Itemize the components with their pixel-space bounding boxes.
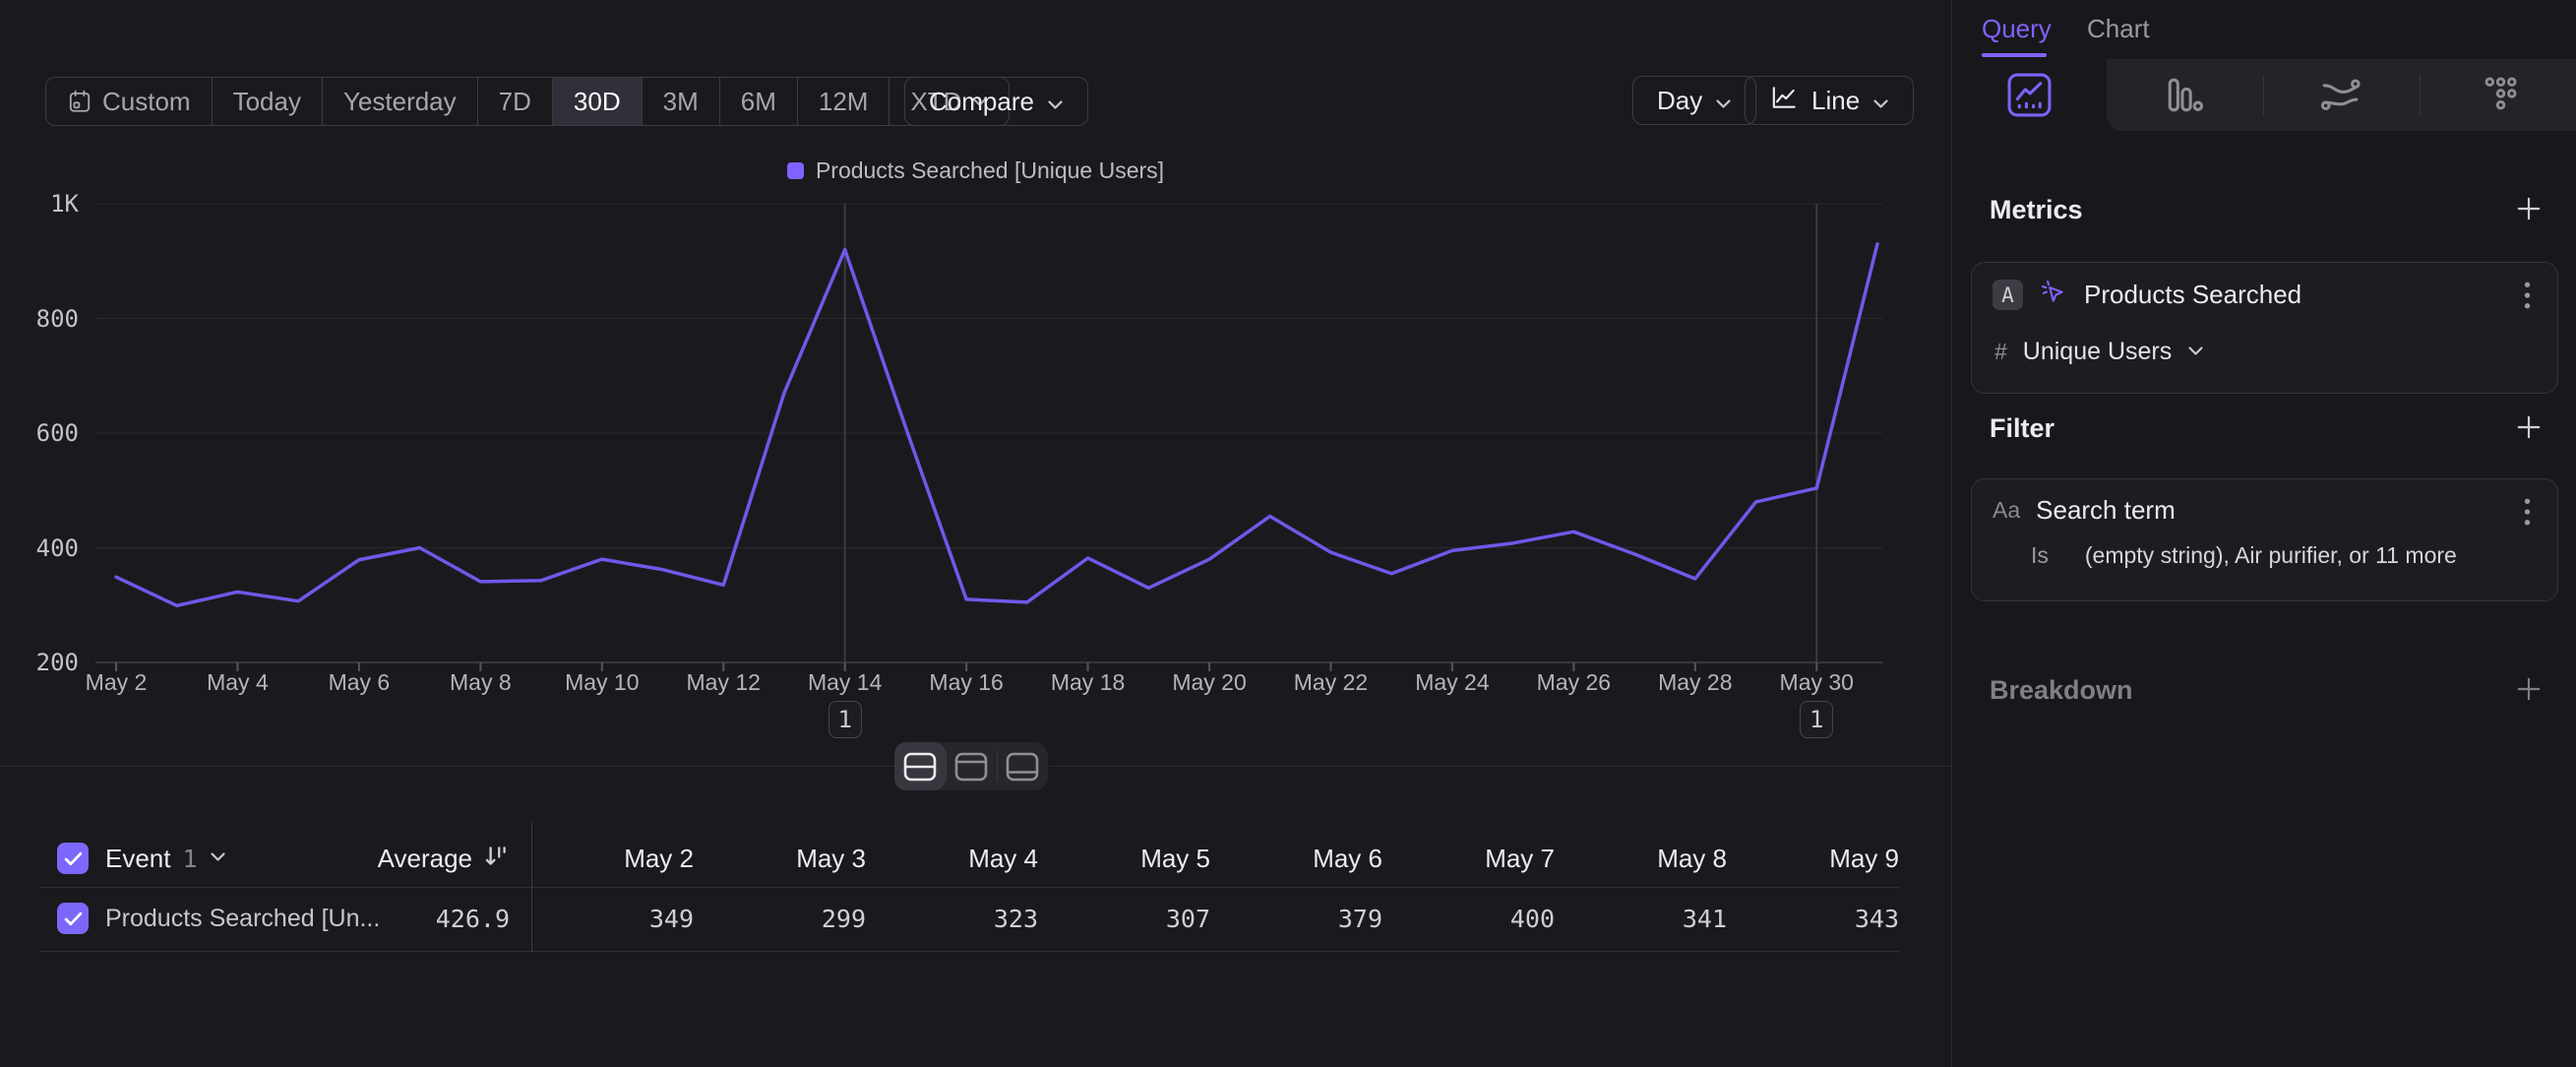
insights-report-app: CustomTodayYesterday7D30D3M6M12MXTD Comp… xyxy=(0,0,2576,1067)
add-filter-button[interactable] xyxy=(2515,413,2543,441)
x-axis-tick-label: May 16 xyxy=(897,669,1035,696)
chevron-down-icon xyxy=(210,849,226,867)
x-axis-tick-label: May 28 xyxy=(1626,669,1764,696)
y-axis-tick-label: 600 xyxy=(0,419,79,447)
aggregation-dropdown[interactable]: # Unique Users xyxy=(1994,338,2204,366)
metric-card[interactable]: A Products Searched # Unique Users xyxy=(1971,262,2558,394)
bottom-panel-button[interactable] xyxy=(997,742,1048,790)
row-checkbox[interactable] xyxy=(57,903,89,934)
filter-property-name: Search term xyxy=(2036,495,2176,526)
table-cell-value: 343 xyxy=(1727,887,1899,951)
report-tab-insights[interactable] xyxy=(1952,59,2107,131)
filter-heading: Filter xyxy=(1990,413,2055,444)
y-axis-tick-label: 1K xyxy=(0,190,79,218)
breakdown-heading: Breakdown xyxy=(1990,675,2133,706)
y-axis-tick-label: 800 xyxy=(0,305,79,333)
main-panel: CustomTodayYesterday7D30D3M6M12MXTD Comp… xyxy=(0,0,1951,1067)
y-axis-tick-label: 400 xyxy=(0,534,79,562)
metric-event-name: Products Searched xyxy=(2084,280,2301,310)
layout-toggle-group xyxy=(894,742,1048,790)
event-header-dropdown[interactable]: Event 1 xyxy=(105,830,226,887)
x-axis-tick-label: May 4 xyxy=(168,669,306,696)
string-property-icon: Aa xyxy=(1993,497,2020,524)
add-breakdown-button[interactable] xyxy=(2515,675,2543,703)
table-column-header: May 7 xyxy=(1382,830,1555,887)
table-column-header: May 6 xyxy=(1210,830,1382,887)
table-cell-value: 323 xyxy=(866,887,1038,951)
x-axis-tick-label: May 12 xyxy=(654,669,792,696)
tab-chart[interactable]: Chart xyxy=(2087,14,2150,44)
x-axis-tick-label: May 8 xyxy=(411,669,549,696)
x-axis-tick-label: May 6 xyxy=(290,669,428,696)
aggregation-label: Unique Users xyxy=(2023,338,2172,366)
add-metric-button[interactable] xyxy=(2515,195,2543,222)
x-axis-tick-label: May 22 xyxy=(1261,669,1399,696)
x-axis-tick-label: May 10 xyxy=(533,669,671,696)
metric-letter-badge: A xyxy=(1993,280,2023,310)
table-cell-value: 307 xyxy=(1038,887,1210,951)
tab-query[interactable]: Query xyxy=(1982,14,2052,44)
filter-card[interactable]: Aa Search term Is (empty string), Air pu… xyxy=(1971,478,2558,601)
filter-value[interactable]: (empty string), Air purifier, or 11 more xyxy=(2085,542,2457,569)
x-axis-tick-label: May 18 xyxy=(1019,669,1157,696)
hash-icon: # xyxy=(1994,339,2007,365)
average-sort-header[interactable]: Average xyxy=(295,830,510,887)
annotation-badge[interactable]: 1 xyxy=(828,701,862,738)
filter-kebab-menu[interactable] xyxy=(2514,497,2540,527)
x-axis-tick-label: May 2 xyxy=(47,669,185,696)
metric-kebab-menu[interactable] xyxy=(2514,281,2540,310)
table-cell-value: 341 xyxy=(1555,887,1727,951)
metrics-heading: Metrics xyxy=(1990,195,2083,225)
table-column-header: May 3 xyxy=(694,830,866,887)
x-axis-tick-label: May 14 xyxy=(776,669,914,696)
x-axis-tick-label: May 30 xyxy=(1748,669,1885,696)
active-tab-underline xyxy=(1982,53,2047,57)
table-cell-value: 400 xyxy=(1382,887,1555,951)
annotation-badge[interactable]: 1 xyxy=(1800,701,1833,738)
table-cell-value: 379 xyxy=(1210,887,1382,951)
table-column-header: May 2 xyxy=(521,830,694,887)
split-view-button[interactable] xyxy=(894,742,946,790)
x-axis-tick-label: May 24 xyxy=(1383,669,1521,696)
sort-descending-icon xyxy=(482,843,510,875)
table-row-average: 426.9 xyxy=(295,887,510,951)
query-builder-sidebar: Query Chart Metrics A Products Searched … xyxy=(1951,0,2576,1067)
report-tab-retention[interactable] xyxy=(2420,59,2576,131)
table-column-header: May 5 xyxy=(1038,830,1210,887)
top-panel-button[interactable] xyxy=(946,742,997,790)
average-header-label: Average xyxy=(378,844,472,874)
table-column-header: May 8 xyxy=(1555,830,1727,887)
chevron-down-icon xyxy=(2187,344,2204,361)
chart-canvas[interactable] xyxy=(0,0,1951,748)
report-tab-flows[interactable] xyxy=(2263,59,2418,131)
x-axis-tick-label: May 26 xyxy=(1504,669,1642,696)
table-cell-value: 349 xyxy=(521,887,694,951)
table-column-header: May 4 xyxy=(866,830,1038,887)
event-header-label: Event xyxy=(105,844,171,874)
table-column-header: May 9 xyxy=(1727,830,1899,887)
table-row-divider xyxy=(39,951,1899,952)
select-all-checkbox[interactable] xyxy=(57,843,89,874)
x-axis-tick-label: May 20 xyxy=(1140,669,1278,696)
event-cursor-icon xyxy=(2040,279,2067,311)
report-tab-funnels[interactable] xyxy=(2107,59,2261,131)
event-count: 1 xyxy=(183,845,198,873)
table-cell-value: 299 xyxy=(694,887,866,951)
filter-operator[interactable]: Is xyxy=(2031,542,2049,569)
